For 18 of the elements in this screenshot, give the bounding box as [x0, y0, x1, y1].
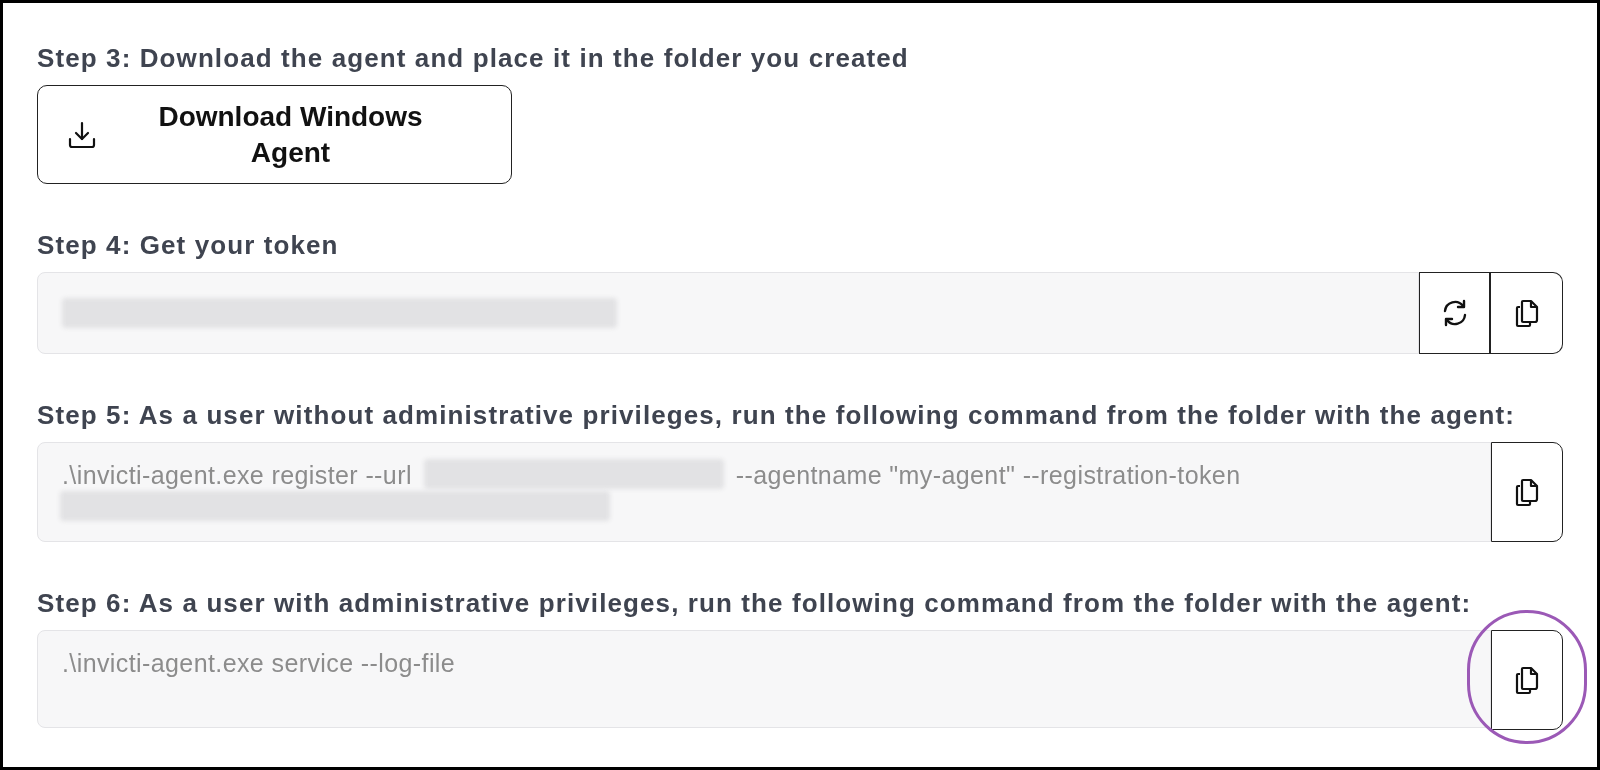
step-heading: Step 3: Download the agent and place it in the folder you created	[37, 43, 910, 73]
copy-button[interactable]	[1491, 630, 1563, 730]
command-field[interactable]: .\invicti-agent.exe service --log-file	[37, 630, 1491, 728]
command-text: .\invicti-agent.exe register --url	[62, 460, 412, 491]
command-text: --agentname "my-agent" --registration-token	[735, 460, 1241, 491]
copy-button[interactable]	[1491, 272, 1563, 354]
copy-icon	[1515, 477, 1539, 507]
command-field[interactable]: .\invicti-agent.exe register --url --agentname "my-agent" --registration-token	[37, 442, 1491, 542]
download-button[interactable]: Download Windows Agent	[37, 85, 512, 184]
step-heading: Step 5: As a user without administrative privileges, run the following command from the folder with the agent:	[37, 400, 1516, 430]
copy-icon	[1515, 665, 1539, 695]
copy-icon	[1514, 298, 1539, 328]
copy-button[interactable]	[1491, 442, 1563, 542]
refresh-button[interactable]	[1419, 272, 1491, 354]
step-heading: Step 4: Get your token	[37, 230, 340, 260]
token-field[interactable]	[37, 272, 1419, 354]
step-heading: Step 6: As a user with administrative privileges, run the following command from the folder with the agent:	[37, 588, 1473, 618]
command-text: .\invicti-agent.exe service --log-file	[62, 648, 456, 679]
